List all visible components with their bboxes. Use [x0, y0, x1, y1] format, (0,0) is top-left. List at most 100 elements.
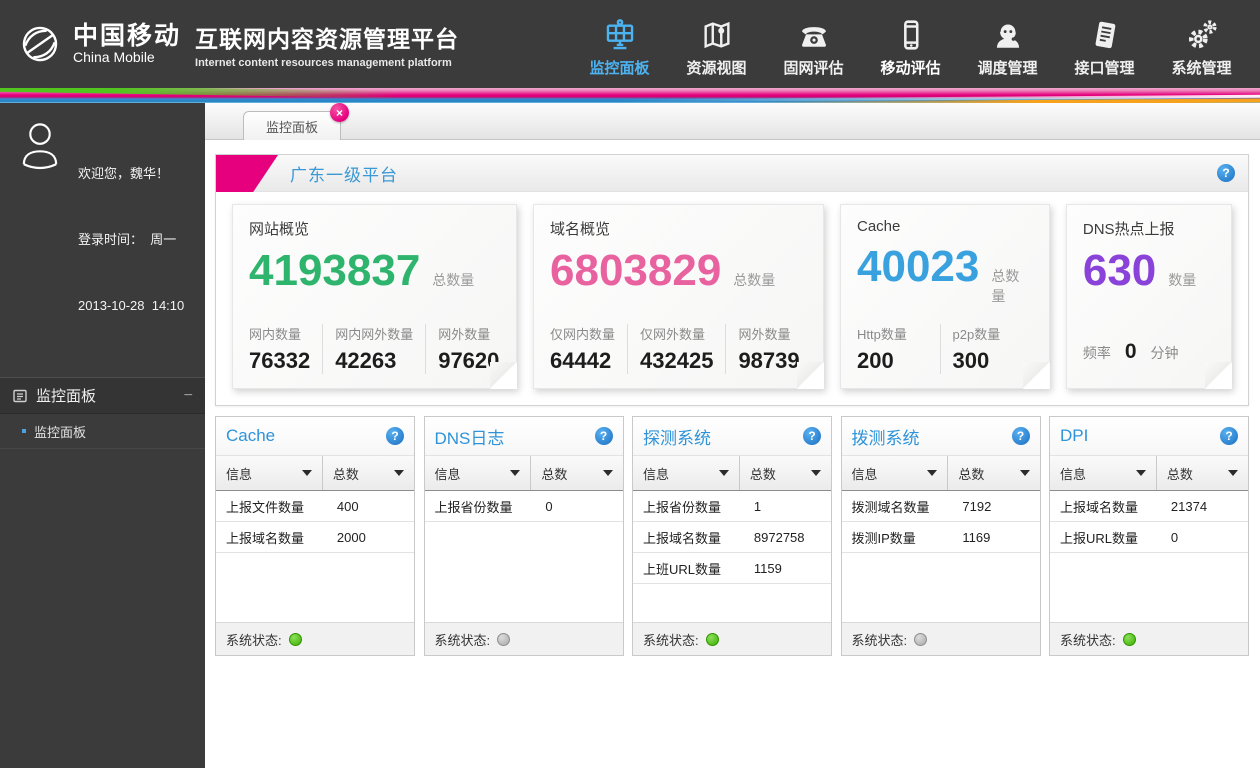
platform-title: 互联网内容资源管理平台 [195, 20, 459, 54]
nav-label: 监控面板 [589, 57, 649, 78]
column-header-info[interactable]: 信息 [216, 456, 323, 490]
sort-arrow-icon [603, 470, 613, 476]
panel-dns-log: DNS日志 ? 信息 总数 [424, 416, 624, 656]
help-icon[interactable]: ? [803, 427, 821, 445]
substat: 仅网内数量 64442 [550, 324, 627, 374]
panel-status-bar: 系统状态: [425, 622, 623, 655]
substat-label: 网内数量 [249, 324, 310, 343]
nav-item-fixed-network-eval[interactable]: 固网评估 [765, 10, 862, 78]
overview-cards: 网站概览 4193837 总数量 网内数量 76332 网内网外数量 [216, 192, 1248, 405]
card-total-row: 6803829 总数量 [550, 247, 807, 295]
column-header-info[interactable]: 信息 [1050, 456, 1157, 490]
row-value: 1 [740, 499, 761, 514]
card-total-label: 总数量 [432, 270, 474, 290]
row-label: 拨测IP数量 [842, 528, 949, 547]
nav-item-resource-view[interactable]: 资源视图 [668, 10, 765, 78]
column-header-total[interactable]: 总数 [740, 456, 831, 490]
platform-subtitle: Internet content resources management pl… [195, 57, 459, 69]
panel-status-bar: 系统状态: [216, 622, 414, 655]
decorative-ribbon [0, 88, 1260, 103]
card-total-label: 总数量 [991, 266, 1033, 306]
card-total-row: 40023 总数量 [857, 243, 1033, 306]
card-total-value: 4193837 [249, 247, 420, 295]
row-label: 上报域名数量 [216, 528, 323, 547]
card-domain-overview: 域名概览 6803829 总数量 仅网内数量 64442 仅网外数量 [533, 204, 824, 389]
panel-title-row: DPI ? [1050, 417, 1248, 456]
row-label: 上班URL数量 [633, 559, 740, 578]
close-icon[interactable]: × [330, 103, 349, 122]
panel-title-row: 探测系统 ? [633, 417, 831, 456]
frequency-value: 0 [1125, 340, 1137, 364]
table-row: 拨测IP数量 1169 [842, 522, 1040, 553]
column-header-total[interactable]: 总数 [531, 456, 622, 490]
column-header-info[interactable]: 信息 [633, 456, 740, 490]
column-header-total[interactable]: 总数 [948, 456, 1039, 490]
column-header-total[interactable]: 总数 [1157, 456, 1248, 490]
nav-item-mobile-eval[interactable]: 移动评估 [862, 10, 959, 78]
sidebar-menu-header-monitor[interactable]: 监控面板 − [0, 377, 205, 414]
column-label: 信息 [435, 464, 461, 483]
row-label: 上报省份数量 [425, 497, 532, 516]
column-label: 总数 [958, 464, 984, 483]
panel-title-row: DNS日志 ? [425, 417, 623, 456]
panel-rows: 上报省份数量 1 上报域名数量 8972758 上班URL数量 1159 [633, 491, 831, 622]
sidebar-item-label: 监控面板 [34, 422, 86, 441]
table-row: 上报文件数量 400 [216, 491, 414, 522]
sort-arrow-icon [927, 470, 937, 476]
china-mobile-logo-icon [16, 20, 64, 68]
frequency-row: 频率 0 分钟 [1083, 340, 1215, 364]
sort-arrow-icon [302, 470, 312, 476]
nav-item-interface-mgmt[interactable]: 接口管理 [1056, 10, 1153, 78]
substat-label: 网外数量 [738, 324, 799, 343]
card-total-row: 630 数量 [1083, 247, 1215, 295]
tab-monitor-dashboard[interactable]: 监控面板 × [243, 111, 341, 140]
help-icon[interactable]: ? [1217, 164, 1235, 182]
substat: 网内网外数量 42263 [322, 324, 425, 374]
tab-bar: 监控面板 × [205, 103, 1260, 140]
status-dot [914, 633, 927, 646]
row-value: 2000 [323, 530, 366, 545]
row-value: 1159 [740, 561, 782, 576]
substat-label: 仅网外数量 [640, 324, 713, 343]
card-total-row: 4193837 总数量 [249, 247, 500, 295]
help-icon[interactable]: ? [386, 427, 404, 445]
headset-icon [991, 16, 1025, 54]
help-icon[interactable]: ? [595, 427, 613, 445]
column-header-total[interactable]: 总数 [323, 456, 414, 490]
frequency-label: 频率 [1083, 343, 1111, 363]
nav-item-monitor-dashboard[interactable]: 监控面板 [571, 10, 668, 78]
substat-label: Http数量 [857, 324, 928, 343]
sidebar-item-monitor-dashboard[interactable]: 监控面板 [0, 414, 205, 449]
sort-arrow-icon [394, 470, 404, 476]
row-label: 上报省份数量 [633, 497, 740, 516]
dashboard-icon [603, 16, 637, 54]
panel-title-row: Cache ? [216, 417, 414, 456]
nav-label: 移动评估 [880, 57, 940, 78]
tab-label: 监控面板 [266, 117, 318, 136]
panel-title: DPI [1060, 426, 1088, 446]
column-header-info[interactable]: 信息 [425, 456, 532, 490]
platform-title-block: 互联网内容资源管理平台 Internet content resources m… [195, 20, 459, 69]
substat-value: 76332 [249, 348, 310, 374]
system-panels: Cache ? 信息 总数 [215, 416, 1249, 656]
column-label: 总数 [541, 464, 567, 483]
help-icon[interactable]: ? [1012, 427, 1030, 445]
help-icon[interactable]: ? [1220, 427, 1238, 445]
table-row: 上报省份数量 1 [633, 491, 831, 522]
login-time-label: 登录时间： 周一 [78, 229, 184, 251]
sidebar: 欢迎您，魏华！ 登录时间： 周一 2013-10-28 14:10 监控面板 −… [0, 103, 205, 768]
row-value: 0 [531, 499, 552, 514]
column-header-info[interactable]: 信息 [842, 456, 949, 490]
list-icon [12, 388, 28, 404]
substat-value: 98739 [738, 348, 799, 374]
nav-item-system-mgmt[interactable]: 系统管理 [1153, 10, 1250, 78]
table-row: 上报域名数量 8972758 [633, 522, 831, 553]
gears-icon [1185, 16, 1219, 54]
sidebar-menu-header-label: 监控面板 [36, 385, 96, 406]
nav-item-dispatch-mgmt[interactable]: 调度管理 [959, 10, 1056, 78]
substat-label: 网内网外数量 [335, 324, 413, 343]
collapse-icon[interactable]: − [184, 387, 193, 405]
panel-table-header: 信息 总数 [425, 456, 623, 491]
login-datetime: 2013-10-28 14:10 [78, 295, 184, 317]
panel-table-header: 信息 总数 [842, 456, 1040, 491]
